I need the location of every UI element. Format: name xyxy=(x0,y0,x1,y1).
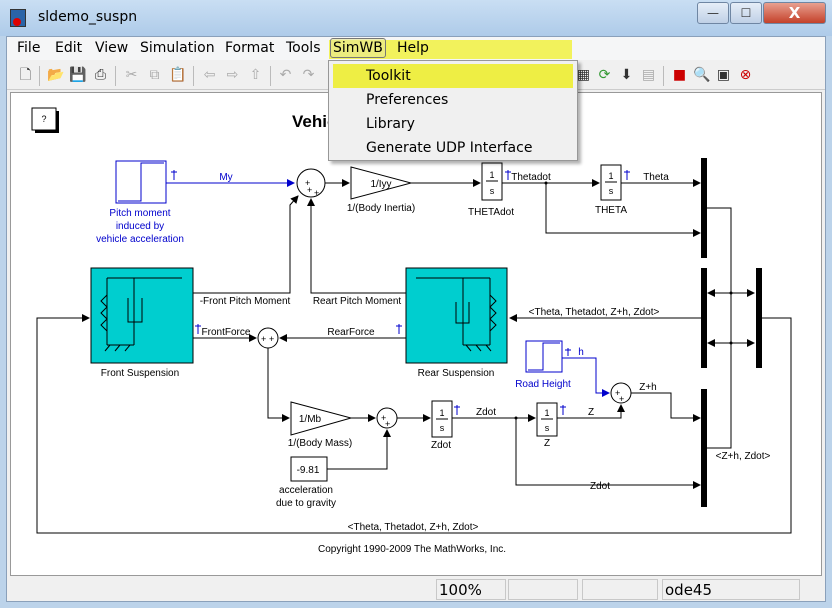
svg-text:Zdot: Zdot xyxy=(431,440,451,451)
svg-text:1: 1 xyxy=(608,171,613,181)
svg-text:Z: Z xyxy=(588,407,594,418)
menu-item-library[interactable]: Library xyxy=(333,112,573,136)
svg-text:s: s xyxy=(490,186,495,196)
svg-text:Thetadot: Thetadot xyxy=(511,172,551,183)
menu-file[interactable]: File xyxy=(15,40,42,56)
svg-text:1: 1 xyxy=(439,408,444,418)
svg-text:<Z+h, Zdot>: <Z+h, Zdot> xyxy=(716,451,771,462)
bus-demux-left[interactable] xyxy=(701,268,707,368)
svg-text:Z+h: Z+h xyxy=(639,382,657,393)
gain-iyy-label: 1/(Body Inertia) xyxy=(347,203,415,214)
svg-text:1: 1 xyxy=(544,408,549,418)
svg-text:h: h xyxy=(578,347,584,358)
mux-z[interactable] xyxy=(701,389,707,507)
svg-text:+: + xyxy=(307,185,312,195)
wire-zh xyxy=(631,392,701,422)
menu-help[interactable]: Help xyxy=(395,40,431,56)
svg-text:1/Mb: 1/Mb xyxy=(299,414,322,425)
svg-text:vehicle acceleration: vehicle acceleration xyxy=(96,234,184,245)
wire-front-pitch xyxy=(193,195,299,294)
svg-text:Reart Pitch Moment: Reart Pitch Moment xyxy=(313,296,402,307)
svg-text:-Front Pitch Moment: -Front Pitch Moment xyxy=(200,296,291,307)
svg-text:THETA: THETA xyxy=(595,205,627,216)
svg-text:1: 1 xyxy=(489,170,494,180)
svg-text:+: + xyxy=(314,188,319,198)
svg-text:+: + xyxy=(261,334,266,344)
menu-item-toolkit[interactable]: Toolkit xyxy=(333,64,573,88)
svg-text:1/(Body Mass): 1/(Body Mass) xyxy=(288,438,352,449)
wire xyxy=(706,207,732,343)
svg-text:Road Height: Road Height xyxy=(515,379,571,390)
menu-format[interactable]: Format xyxy=(223,40,276,56)
svg-text:RearForce: RearForce xyxy=(327,327,375,338)
svg-text:Z: Z xyxy=(544,438,550,449)
svg-text:Front Suspension: Front Suspension xyxy=(101,368,179,379)
svg-text:Pitch moment: Pitch moment xyxy=(109,208,170,219)
svg-text:My: My xyxy=(219,172,232,183)
menu-tools[interactable]: Tools xyxy=(284,40,323,56)
copyright-text: Copyright 1990-2009 The MathWorks, Inc. xyxy=(318,544,506,555)
svg-text:Theta: Theta xyxy=(643,172,669,183)
menu-view[interactable]: View xyxy=(93,40,130,56)
svg-text:+: + xyxy=(385,419,390,429)
status-cell xyxy=(508,579,578,600)
svg-text:<Theta, Thetadot, Z+h, Zdot>: <Theta, Thetadot, Z+h, Zdot> xyxy=(529,307,660,318)
svg-text:THETAdot: THETAdot xyxy=(468,207,514,218)
rear-suspension-block[interactable] xyxy=(405,267,508,364)
simwb-dropdown-menu: Toolkit Preferences Library Generate UDP… xyxy=(328,60,578,161)
help-block-label: ? xyxy=(41,114,46,124)
svg-text:s: s xyxy=(609,186,614,196)
svg-text:s: s xyxy=(545,423,550,433)
menu-item-preferences[interactable]: Preferences xyxy=(333,88,573,112)
road-height-step-block[interactable] xyxy=(525,340,563,373)
front-suspension-block[interactable] xyxy=(90,267,194,364)
menu-edit[interactable]: Edit xyxy=(53,40,84,56)
svg-text:+: + xyxy=(269,334,274,344)
svg-text:Zdot: Zdot xyxy=(590,481,610,492)
svg-text:induced by: induced by xyxy=(116,221,164,232)
svg-text:Zdot: Zdot xyxy=(476,407,496,418)
svg-text:acceleration: acceleration xyxy=(279,485,333,496)
menu-simwb[interactable]: SimWB xyxy=(330,38,386,58)
svg-text:s: s xyxy=(440,423,445,433)
svg-text:-9.81: -9.81 xyxy=(297,465,320,476)
wire-zh-zdot xyxy=(706,343,732,449)
menu-simulation[interactable]: Simulation xyxy=(138,40,217,56)
menu-item-generate-udp-interface[interactable]: Generate UDP Interface xyxy=(333,136,573,160)
svg-text:<Theta, Thetadot, Z+h, Zdot>: <Theta, Thetadot, Z+h, Zdot> xyxy=(348,522,479,533)
svg-text:due to gravity: due to gravity xyxy=(276,498,336,509)
mux-theta[interactable] xyxy=(701,158,707,258)
svg-text:Rear Suspension: Rear Suspension xyxy=(418,368,495,379)
status-cell xyxy=(582,579,658,600)
bus-demux-right[interactable] xyxy=(756,268,762,368)
svg-text:1/Iyy: 1/Iyy xyxy=(370,179,391,190)
svg-text:FrontForce: FrontForce xyxy=(202,327,251,338)
status-zoom: 100% xyxy=(436,579,506,600)
status-solver: ode45 xyxy=(662,579,800,600)
svg-text:+: + xyxy=(619,394,624,404)
status-bar: 100% ode45 xyxy=(7,578,825,601)
